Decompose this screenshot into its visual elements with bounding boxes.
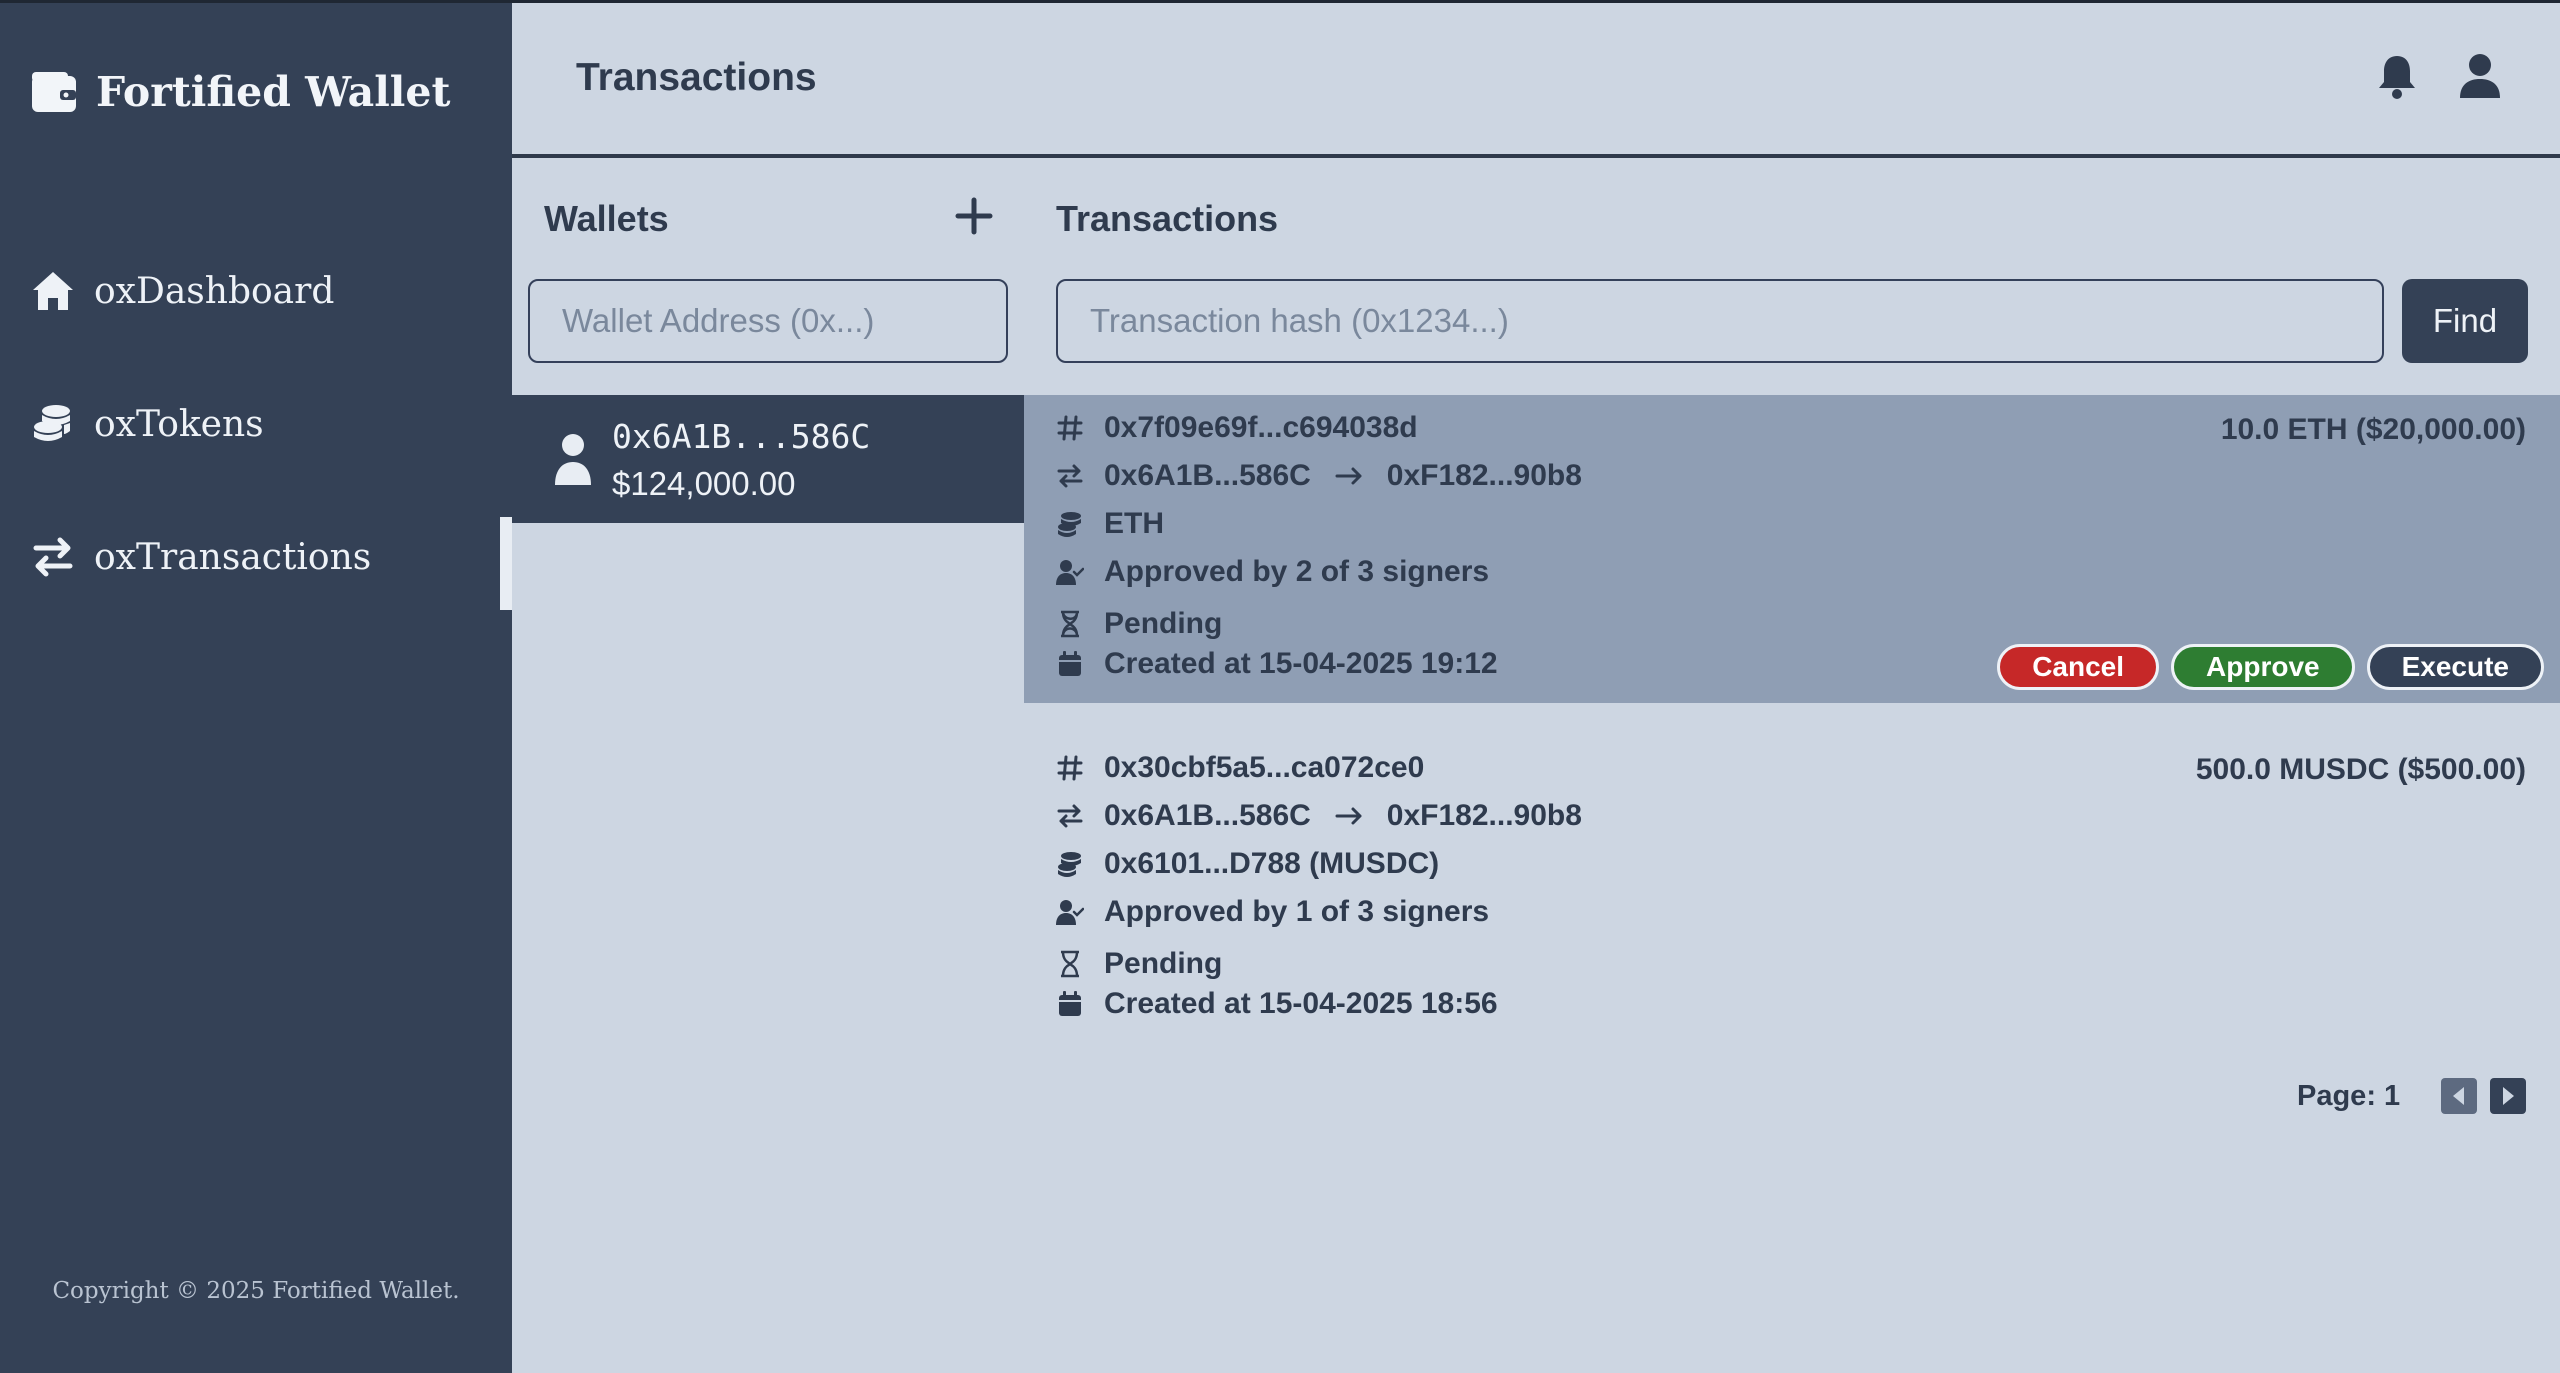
coins-icon: [1058, 512, 1081, 537]
sidebar-item-tokens[interactable]: oxTokens: [30, 401, 264, 447]
bell-icon[interactable]: [2374, 52, 2420, 100]
hourglass-icon: [1061, 610, 1079, 638]
tx-approvals: Approved by 2 of 3 signers: [1104, 555, 1490, 588]
exchange-icon: [33, 537, 73, 577]
execute-button[interactable]: Execute: [2366, 644, 2544, 690]
tx-created-row: Created at 15-04-2025 18:56: [1056, 987, 1498, 1021]
wallet-icon: [32, 72, 76, 112]
page-title: Transactions: [576, 56, 817, 99]
tx-approvals: Approved by 1 of 3 signers: [1104, 895, 1490, 928]
tx-amount: 10.0 ETH ($20,000.00): [2220, 413, 2526, 446]
brand-title: Fortified Wallet: [96, 68, 451, 116]
tx-token-row: 0x6101...D788 (MUSDC): [1056, 847, 1439, 881]
sidebar-item-label: oxTransactions: [94, 536, 372, 578]
wallet-list-item[interactable]: 0x6A1B...586C $124,000.00: [512, 395, 1024, 523]
tx-token-row: ETH: [1056, 507, 1164, 541]
tx-actions: Cancel Approve Execute: [1997, 644, 2544, 690]
calendar-icon: [1059, 651, 1081, 676]
user-check-icon: [1056, 560, 1084, 585]
sidebar-item-label: oxDashboard: [94, 270, 335, 312]
top-border: [0, 0, 2560, 3]
user-check-icon: [1056, 900, 1084, 925]
exchange-icon: [1057, 464, 1083, 488]
pagination-label: Page: 1: [2297, 1080, 2401, 1112]
calendar-icon: [1059, 991, 1081, 1016]
sidebar-item-transactions[interactable]: oxTransactions: [30, 534, 371, 580]
caret-left-icon: [2453, 1087, 2464, 1105]
sidebar: Fortified Wallet oxDashboard oxTokens ox…: [0, 0, 512, 1373]
user-icon: [555, 434, 591, 485]
tx-route-row: 0x6A1B...586C 0xF182...90b8: [1056, 459, 1582, 493]
tx-route-row: 0x6A1B...586C 0xF182...90b8: [1056, 799, 1582, 833]
tx-hash: 0x7f09e69f...c694038d: [1104, 411, 1418, 444]
tx-token: ETH: [1104, 507, 1164, 540]
find-button[interactable]: Find: [2402, 279, 2528, 363]
transactions-heading: Transactions: [1056, 198, 1279, 239]
arrow-right-icon: [1335, 467, 1362, 485]
wallet-address-input[interactable]: [528, 279, 1008, 363]
tx-created-row: Created at 15-04-2025 19:12: [1056, 647, 1498, 681]
tx-approvals-row: Approved by 2 of 3 signers: [1056, 555, 1489, 589]
cancel-button[interactable]: Cancel: [1997, 644, 2160, 690]
coins-icon: [34, 405, 70, 441]
approve-button[interactable]: Approve: [2171, 644, 2355, 690]
brand[interactable]: Fortified Wallet: [30, 68, 450, 116]
transaction-card[interactable]: 0x30cbf5a5...ca072ce0 500.0 MUSDC ($500.…: [1024, 735, 2560, 1043]
home-icon: [33, 272, 73, 310]
hourglass-icon: [1061, 950, 1079, 978]
transaction-hash-input[interactable]: [1056, 279, 2384, 363]
next-page-button[interactable]: [2490, 1078, 2526, 1114]
tx-hash-row: 0x30cbf5a5...ca072ce0: [1056, 751, 1424, 785]
tx-approvals-row: Approved by 1 of 3 signers: [1056, 895, 1489, 929]
wallets-heading: Wallets: [544, 198, 669, 239]
tx-from: 0x6A1B...586C: [1104, 799, 1311, 832]
tx-status-row: Pending: [1056, 607, 1222, 641]
tx-amount: 500.0 MUSDC ($500.00): [2195, 753, 2526, 786]
tx-status: Pending: [1104, 947, 1223, 980]
arrow-right-icon: [1335, 807, 1362, 825]
caret-right-icon: [2503, 1087, 2514, 1105]
tx-status: Pending: [1104, 607, 1223, 640]
tx-to: 0xF182...90b8: [1386, 459, 1582, 492]
tx-token: 0x6101...D788 (MUSDC): [1104, 847, 1440, 880]
add-wallet-icon[interactable]: [954, 196, 994, 236]
hash-icon: [1057, 415, 1083, 441]
tx-hash-row: 0x7f09e69f...c694038d: [1056, 411, 1418, 445]
sidebar-item-dashboard[interactable]: oxDashboard: [30, 268, 334, 314]
wallet-address: 0x6A1B...586C: [612, 417, 871, 456]
user-icon[interactable]: [2457, 52, 2503, 100]
active-indicator: [500, 517, 512, 610]
transaction-card[interactable]: 0x7f09e69f...c694038d 10.0 ETH ($20,000.…: [1024, 395, 2560, 703]
tx-created: Created at 15-04-2025 19:12: [1104, 647, 1498, 680]
tx-to: 0xF182...90b8: [1386, 799, 1582, 832]
tx-from: 0x6A1B...586C: [1104, 459, 1311, 492]
coins-icon: [1058, 852, 1081, 877]
prev-page-button[interactable]: [2441, 1078, 2477, 1114]
exchange-icon: [1057, 804, 1083, 828]
tx-hash: 0x30cbf5a5...ca072ce0: [1104, 751, 1425, 784]
hash-icon: [1057, 755, 1083, 781]
tx-created: Created at 15-04-2025 18:56: [1104, 987, 1498, 1020]
wallet-balance: $124,000.00: [612, 465, 796, 502]
tx-status-row: Pending: [1056, 947, 1222, 981]
sidebar-item-label: oxTokens: [94, 403, 264, 445]
header: Transactions: [512, 0, 2560, 158]
copyright: Copyright © 2025 Fortified Wallet.: [52, 1278, 460, 1304]
